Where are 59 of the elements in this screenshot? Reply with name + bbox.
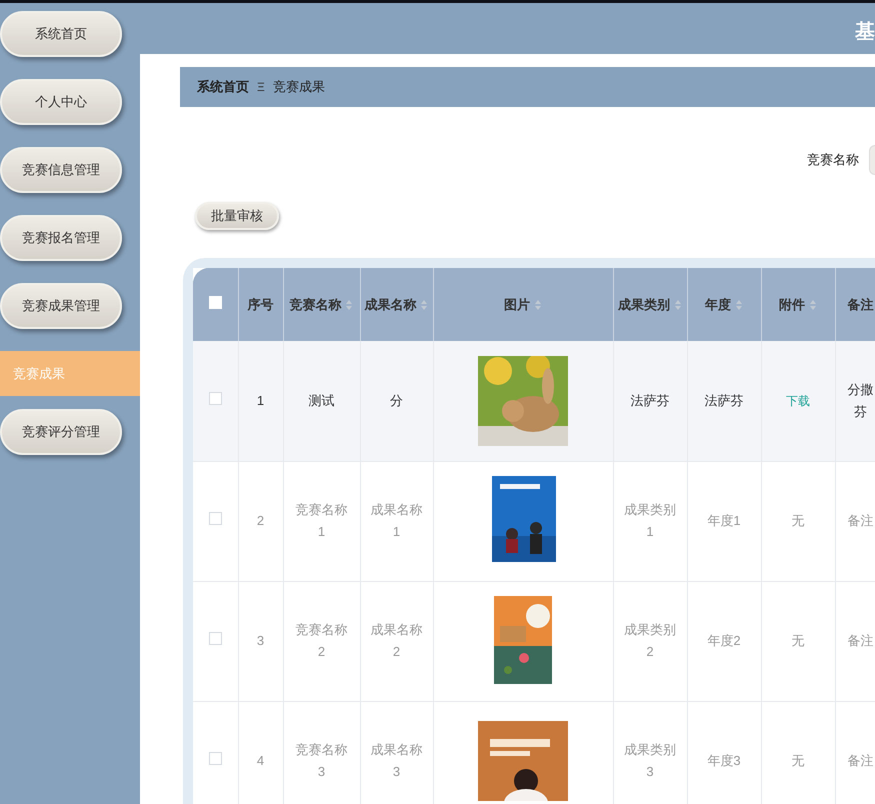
table-cell-text: 备注 xyxy=(848,632,874,650)
sidebar-item[interactable]: 竞赛成果管理 xyxy=(0,283,122,329)
table-cell: 4 xyxy=(256,753,264,768)
download-link[interactable]: 下载 xyxy=(786,394,810,408)
table-cell-text: 分撒芬 xyxy=(848,380,874,421)
page-title: 基 xyxy=(855,20,875,45)
table-cell: 年度1 xyxy=(707,513,741,528)
column-header[interactable]: 竞赛名称 xyxy=(290,296,342,312)
sort-icon[interactable] xyxy=(808,299,817,312)
table-cell: 年度3 xyxy=(707,753,741,768)
table-cell: 2 xyxy=(256,513,264,528)
table-cell: 成果名称 1 xyxy=(370,502,422,539)
table-cell: 成果名称 3 xyxy=(370,742,422,779)
column-header[interactable]: 附件 xyxy=(779,296,806,312)
table-cell: 成果类别 2 xyxy=(624,622,676,659)
table-cell: 成果类别 1 xyxy=(624,502,676,539)
table-cell: 成果类别 3 xyxy=(624,742,676,779)
checkbox[interactable] xyxy=(208,752,222,766)
table-cell: 成果名称 2 xyxy=(370,622,422,659)
table-cell: 竞赛名称 3 xyxy=(296,742,348,779)
breadcrumb-link[interactable]: 系统首页 xyxy=(197,77,249,97)
checkbox[interactable] xyxy=(208,392,222,405)
column-header[interactable]: 图片 xyxy=(504,296,530,312)
search-label: 竞赛名称 xyxy=(807,151,859,170)
table-cell: 竞赛名称 2 xyxy=(296,622,348,659)
sidebar-item[interactable]: 竞赛评分管理 xyxy=(0,409,122,455)
checkbox[interactable] xyxy=(208,632,222,646)
sidebar-item[interactable]: 系统首页 xyxy=(0,11,122,57)
sidebar-item[interactable]: 个人中心 xyxy=(0,79,122,125)
table-cell: 竞赛名称 1 xyxy=(296,502,348,539)
sidebar-item[interactable]: 竞赛信息管理 xyxy=(0,147,122,193)
table-cell: 测试 xyxy=(308,392,334,408)
column-header[interactable]: 成果类别 xyxy=(618,296,670,312)
checkbox[interactable] xyxy=(208,512,222,526)
table-cell: 分 xyxy=(390,392,403,408)
column-header[interactable]: 序号 xyxy=(248,296,274,312)
sidebar-item[interactable]: 竞赛报名管理 xyxy=(0,215,122,261)
sort-icon[interactable] xyxy=(534,299,542,312)
table-cell: 年度2 xyxy=(707,633,741,648)
sort-icon[interactable] xyxy=(345,299,354,312)
column-header[interactable]: 年度 xyxy=(705,296,732,312)
sort-icon[interactable] xyxy=(420,299,428,312)
sort-icon[interactable] xyxy=(734,299,743,312)
column-header[interactable]: 成果名称 xyxy=(364,296,417,312)
table-cell: 3 xyxy=(256,633,264,648)
table-cell-text: 备注 xyxy=(848,752,874,770)
search-field[interactable] xyxy=(869,145,875,175)
table-cell: 无 xyxy=(792,513,804,528)
table-cell: 无 xyxy=(792,753,804,768)
sort-icon[interactable] xyxy=(674,299,682,312)
table-cell-text: 备注 xyxy=(848,512,874,530)
column-header[interactable]: 备注 xyxy=(848,296,874,312)
table-cell: 法萨芬 xyxy=(704,392,744,408)
breadcrumb-current: 竞赛成果 xyxy=(272,78,325,96)
table-cell: 1 xyxy=(256,392,264,408)
table-cell: 法萨芬 xyxy=(630,392,670,408)
batch-review-button[interactable]: 批量审核 xyxy=(195,202,279,230)
table-cell: 无 xyxy=(792,633,804,648)
breadcrumb-separator: Ξ xyxy=(257,79,265,96)
